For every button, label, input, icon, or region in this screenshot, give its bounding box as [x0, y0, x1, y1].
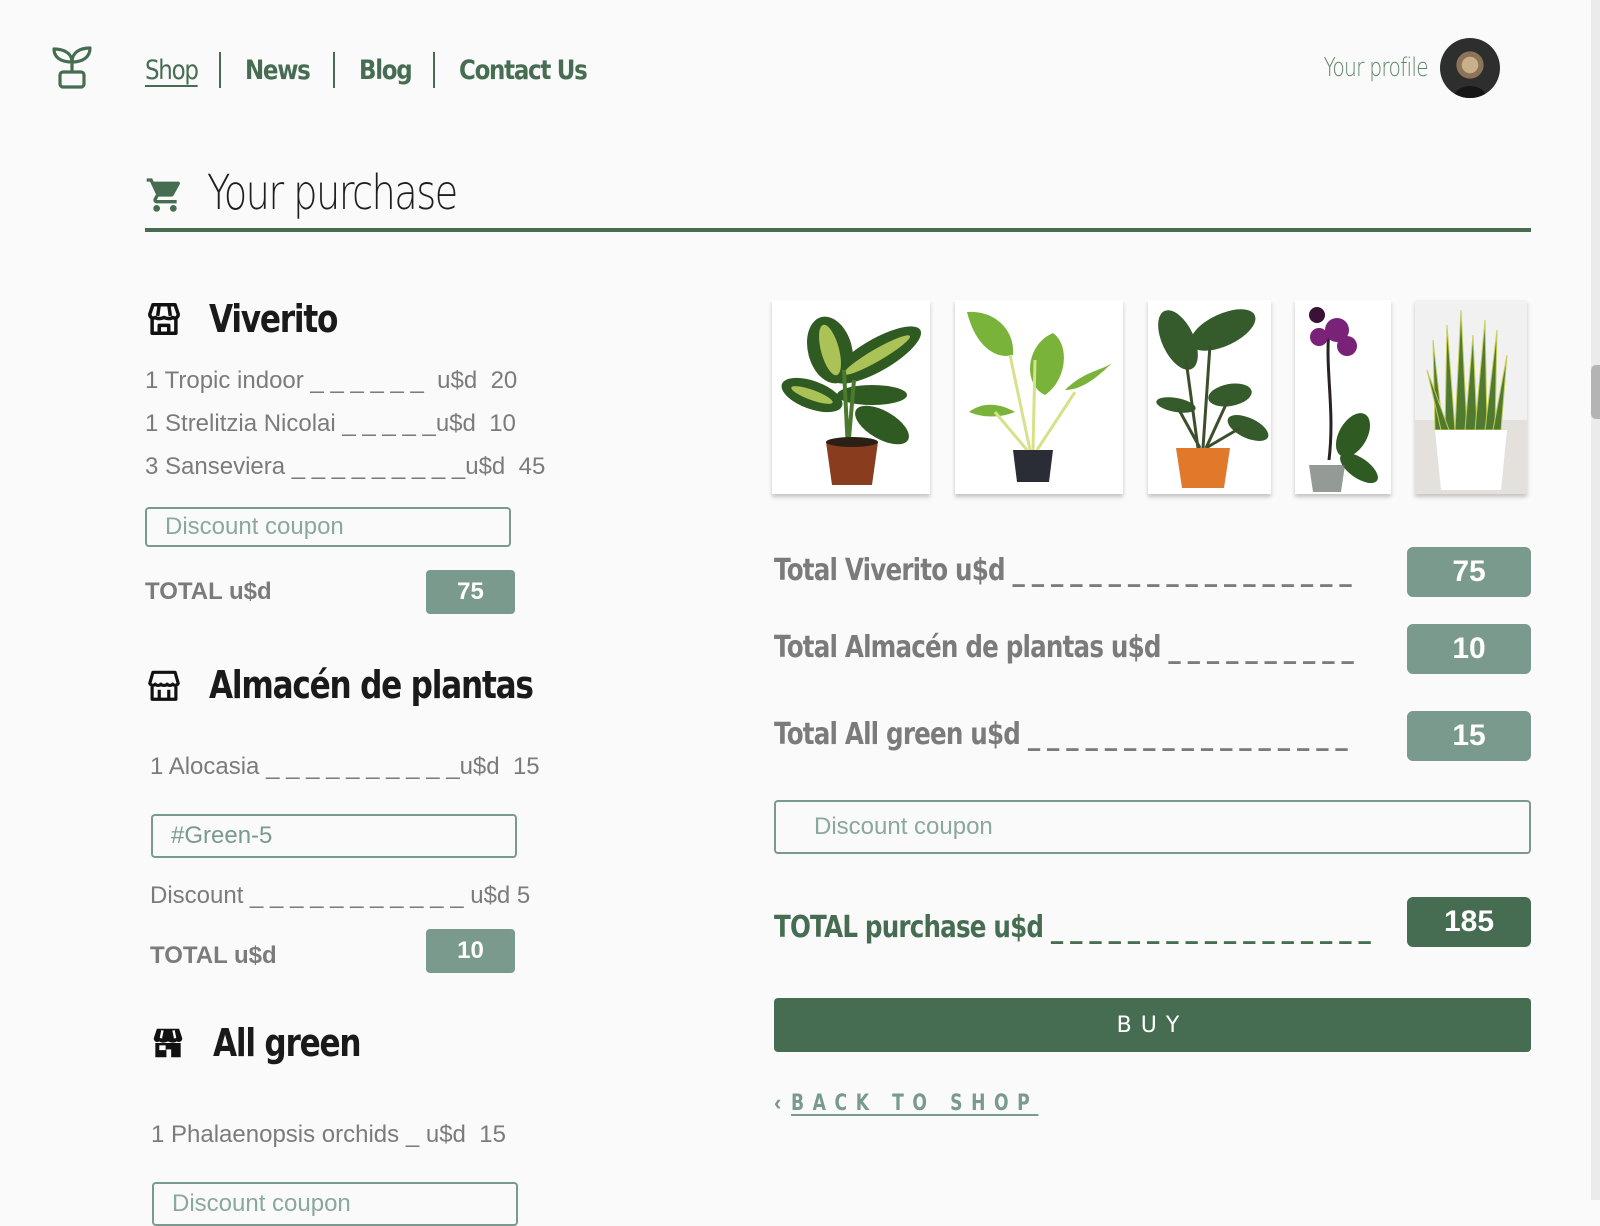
line-item: 3 Sanseviera _ _ _ _ _ _ _ _ _u$d 45: [145, 453, 546, 480]
summary-row-label: Total Almacén de plantas u$d _ _ _ _ _ _…: [774, 630, 1354, 665]
plant-image: [1415, 300, 1527, 494]
plant-image: [1309, 307, 1378, 492]
store-header: Almacén de plantas: [145, 663, 604, 707]
purchase-discount-coupon-input[interactable]: [774, 800, 1531, 854]
cart-icon: [146, 178, 181, 212]
profile-link[interactable]: Your profile: [1294, 38, 1500, 98]
product-photo-strelitzia[interactable]: [1148, 300, 1271, 494]
nav-divider: [218, 52, 221, 88]
product-photo-dieffenbachia[interactable]: [772, 300, 930, 494]
back-to-shop-label[interactable]: BACK TO SHOP: [791, 1091, 1038, 1116]
buy-button[interactable]: BUY: [774, 998, 1531, 1052]
summary-row-value: 10: [1407, 624, 1531, 674]
store-name: Almacén de plantas: [209, 663, 534, 707]
page-title: Your purchase: [207, 165, 458, 221]
nav-divider: [432, 52, 435, 88]
product-photo-orchid[interactable]: [1295, 300, 1391, 494]
chevron-left-icon: ‹: [774, 1090, 782, 1115]
discount-coupon-input[interactable]: [151, 814, 517, 858]
scrollbar-thumb[interactable]: [1591, 365, 1600, 419]
summary-row-value: 15: [1407, 711, 1531, 761]
store-total-label: TOTAL u$d: [150, 942, 277, 969]
store-total-value: 10: [426, 929, 515, 973]
grand-total-value: 185: [1407, 897, 1531, 947]
store-total-value: 75: [426, 570, 515, 614]
discount-line: Discount _ _ _ _ _ _ _ _ _ _ _ u$d 5: [150, 882, 531, 909]
store-icon: [148, 303, 180, 335]
profile-label[interactable]: Your profile: [1324, 53, 1429, 83]
plant-image: [781, 316, 922, 485]
avatar[interactable]: [1440, 38, 1500, 98]
store-name: All green: [213, 1021, 362, 1065]
store-header: All green: [149, 1021, 393, 1065]
nav-contact-us[interactable]: Contact Us: [459, 55, 588, 86]
store-name: Viverito: [209, 297, 338, 341]
line-item: 1 Tropic indoor _ _ _ _ _ _ u$d 20: [145, 367, 518, 394]
nav-divider: [332, 52, 335, 88]
scrollbar-track[interactable]: [1591, 0, 1600, 1200]
discount-coupon-input[interactable]: [145, 507, 511, 547]
store-awning-icon: [148, 670, 180, 701]
plant-logo-icon[interactable]: [49, 44, 95, 90]
line-item: 1 Alocasia _ _ _ _ _ _ _ _ _ _u$d 15: [150, 753, 540, 780]
plant-image: [967, 311, 1113, 482]
store-header: Viverito: [145, 297, 365, 341]
page-header: Your purchase: [145, 165, 1531, 232]
plant-image: [1156, 309, 1269, 488]
product-photo-sanseviera[interactable]: [1415, 300, 1527, 494]
back-to-shop-link[interactable]: ‹ BACK TO SHOP: [774, 1090, 1108, 1116]
grand-total-label: TOTAL purchase u$d _ _ _ _ _ _ _ _ _ _ _…: [774, 910, 1371, 945]
store-total-label: TOTAL u$d: [145, 578, 272, 605]
summary-row-label: Total Viverito u$d _ _ _ _ _ _ _ _ _ _ _…: [774, 553, 1352, 588]
summary-row-label: Total All green u$d _ _ _ _ _ _ _ _ _ _ …: [774, 717, 1348, 752]
line-item: 1 Phalaenopsis orchids _ u$d 15: [151, 1121, 506, 1148]
line-item: 1 Strelitzia Nicolai _ _ _ _ _u$d 10: [145, 410, 516, 437]
main-nav: Shop News Blog Contact Us: [145, 52, 609, 88]
nav-blog[interactable]: Blog: [359, 55, 413, 86]
summary-row-value: 75: [1407, 547, 1531, 597]
discount-coupon-input[interactable]: [152, 1182, 518, 1226]
product-photo-alocasia[interactable]: [955, 300, 1123, 494]
nav-shop[interactable]: Shop: [145, 55, 199, 86]
nav-news[interactable]: News: [245, 55, 311, 86]
store-filled-icon: [153, 1028, 183, 1058]
